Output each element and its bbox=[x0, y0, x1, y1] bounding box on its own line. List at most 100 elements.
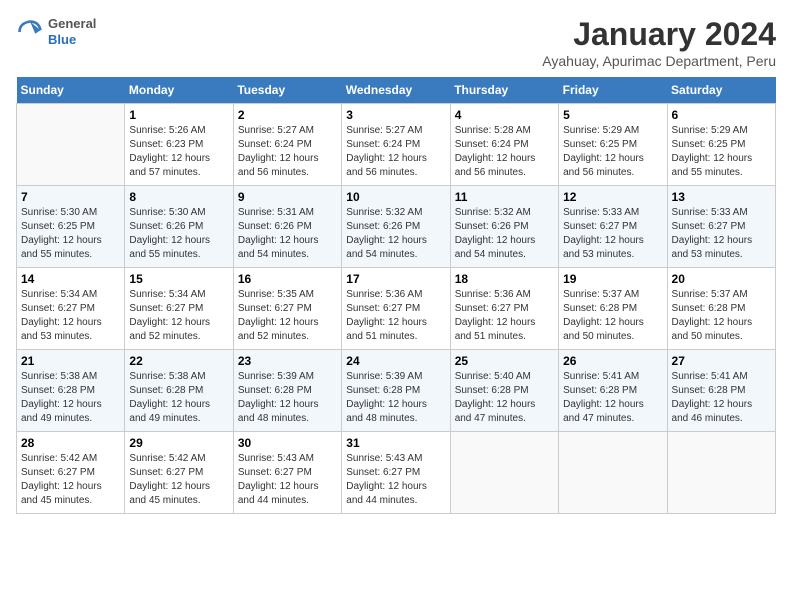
calendar-cell: 13Sunrise: 5:33 AMSunset: 6:27 PMDayligh… bbox=[667, 186, 775, 268]
day-info: Sunrise: 5:41 AMSunset: 6:28 PMDaylight:… bbox=[563, 370, 662, 426]
weekday-header-friday: Friday bbox=[559, 77, 667, 104]
day-info: Sunrise: 5:37 AMSunset: 6:28 PMDaylight:… bbox=[672, 288, 771, 344]
calendar-week-row: 28 Sunrise: 5:42 AMSunset: 6:27 PMDayligh… bbox=[17, 432, 776, 514]
calendar-week-row: 21 Sunrise: 5:38 AMSunset: 6:28 PMDayligh… bbox=[17, 350, 776, 432]
weekday-header-sunday: Sunday bbox=[17, 77, 125, 104]
day-number: 2 bbox=[238, 108, 337, 122]
page-header: General Blue January 2024 Ayahuay, Apuri… bbox=[16, 16, 776, 69]
day-number: 17 bbox=[346, 272, 445, 286]
calendar-cell: 31Sunrise: 5:43 AMSunset: 6:27 PMDayligh… bbox=[342, 432, 450, 514]
weekday-header-wednesday: Wednesday bbox=[342, 77, 450, 104]
calendar-cell: 29Sunrise: 5:42 AMSunset: 6:27 PMDayligh… bbox=[125, 432, 233, 514]
day-info: Sunrise: 5:26 AMSunset: 6:23 PMDaylight:… bbox=[129, 124, 228, 180]
day-number: 26 bbox=[563, 354, 662, 368]
calendar-cell: 19 Sunrise: 5:37 AMSunset: 6:28 PMDayligh… bbox=[559, 268, 667, 350]
day-number: 30 bbox=[238, 436, 337, 450]
calendar-cell: 3 Sunrise: 5:27 AMSunset: 6:24 PMDaylight… bbox=[342, 104, 450, 186]
calendar-cell: 12 Sunrise: 5:33 AMSunset: 6:27 PMDayligh… bbox=[559, 186, 667, 268]
day-number: 21 bbox=[21, 354, 120, 368]
day-number: 9 bbox=[238, 190, 337, 204]
day-number: 4 bbox=[455, 108, 554, 122]
day-info: Sunrise: 5:30 AMSunset: 6:25 PMDaylight:… bbox=[21, 206, 120, 262]
day-info: Sunrise: 5:29 AMSunset: 6:25 PMDaylight:… bbox=[672, 124, 771, 180]
calendar-cell: 21 Sunrise: 5:38 AMSunset: 6:28 PMDayligh… bbox=[17, 350, 125, 432]
day-number: 14 bbox=[21, 272, 120, 286]
weekday-header-row: SundayMondayTuesdayWednesdayThursdayFrid… bbox=[17, 77, 776, 104]
day-number: 11 bbox=[455, 190, 554, 204]
calendar-cell: 10Sunrise: 5:32 AMSunset: 6:26 PMDayligh… bbox=[342, 186, 450, 268]
day-number: 29 bbox=[129, 436, 228, 450]
day-info: Sunrise: 5:27 AMSunset: 6:24 PMDaylight:… bbox=[346, 124, 445, 180]
day-number: 25 bbox=[455, 354, 554, 368]
calendar-cell: 23Sunrise: 5:39 AMSunset: 6:28 PMDayligh… bbox=[233, 350, 341, 432]
day-number: 3 bbox=[346, 108, 445, 122]
calendar-cell: 16Sunrise: 5:35 AMSunset: 6:27 PMDayligh… bbox=[233, 268, 341, 350]
day-number: 28 bbox=[21, 436, 120, 450]
calendar-cell: 25 Sunrise: 5:40 AMSunset: 6:28 PMDayligh… bbox=[450, 350, 558, 432]
calendar-cell: 2 Sunrise: 5:27 AMSunset: 6:24 PMDaylight… bbox=[233, 104, 341, 186]
day-number: 19 bbox=[563, 272, 662, 286]
day-info: Sunrise: 5:40 AMSunset: 6:28 PMDaylight:… bbox=[455, 370, 554, 426]
day-number: 8 bbox=[129, 190, 228, 204]
calendar-cell: 5 Sunrise: 5:29 AMSunset: 6:25 PMDaylight… bbox=[559, 104, 667, 186]
logo-text: General Blue bbox=[48, 16, 96, 47]
day-info: Sunrise: 5:33 AMSunset: 6:27 PMDaylight:… bbox=[563, 206, 662, 262]
day-info: Sunrise: 5:37 AMSunset: 6:28 PMDaylight:… bbox=[563, 288, 662, 344]
day-info: Sunrise: 5:29 AMSunset: 6:25 PMDaylight:… bbox=[563, 124, 662, 180]
day-info: Sunrise: 5:31 AMSunset: 6:26 PMDaylight:… bbox=[238, 206, 337, 262]
calendar-cell: 9 Sunrise: 5:31 AMSunset: 6:26 PMDaylight… bbox=[233, 186, 341, 268]
day-info: Sunrise: 5:41 AMSunset: 6:28 PMDaylight:… bbox=[672, 370, 771, 426]
day-number: 6 bbox=[672, 108, 771, 122]
day-info: Sunrise: 5:42 AMSunset: 6:27 PMDaylight:… bbox=[21, 452, 120, 508]
day-info: Sunrise: 5:38 AMSunset: 6:28 PMDaylight:… bbox=[129, 370, 228, 426]
day-number: 10 bbox=[346, 190, 445, 204]
calendar-week-row: 7 Sunrise: 5:30 AMSunset: 6:25 PMDaylight… bbox=[17, 186, 776, 268]
day-number: 18 bbox=[455, 272, 554, 286]
day-number: 16 bbox=[238, 272, 337, 286]
calendar-cell: 28 Sunrise: 5:42 AMSunset: 6:27 PMDayligh… bbox=[17, 432, 125, 514]
calendar-cell bbox=[450, 432, 558, 514]
month-title: January 2024 bbox=[542, 16, 776, 53]
calendar-cell: 8 Sunrise: 5:30 AMSunset: 6:26 PMDaylight… bbox=[125, 186, 233, 268]
day-info: Sunrise: 5:34 AMSunset: 6:27 PMDaylight:… bbox=[129, 288, 228, 344]
calendar-cell: 1Sunrise: 5:26 AMSunset: 6:23 PMDaylight… bbox=[125, 104, 233, 186]
calendar-cell: 24Sunrise: 5:39 AMSunset: 6:28 PMDayligh… bbox=[342, 350, 450, 432]
calendar-cell bbox=[559, 432, 667, 514]
day-number: 5 bbox=[563, 108, 662, 122]
calendar-table: SundayMondayTuesdayWednesdayThursdayFrid… bbox=[16, 77, 776, 514]
weekday-header-saturday: Saturday bbox=[667, 77, 775, 104]
day-info: Sunrise: 5:36 AMSunset: 6:27 PMDaylight:… bbox=[346, 288, 445, 344]
weekday-header-tuesday: Tuesday bbox=[233, 77, 341, 104]
day-info: Sunrise: 5:39 AMSunset: 6:28 PMDaylight:… bbox=[238, 370, 337, 426]
calendar-cell: 18Sunrise: 5:36 AMSunset: 6:27 PMDayligh… bbox=[450, 268, 558, 350]
logo: General Blue bbox=[16, 16, 96, 47]
calendar-cell: 11 Sunrise: 5:32 AMSunset: 6:26 PMDayligh… bbox=[450, 186, 558, 268]
day-info: Sunrise: 5:33 AMSunset: 6:27 PMDaylight:… bbox=[672, 206, 771, 262]
calendar-cell bbox=[667, 432, 775, 514]
calendar-cell: 15 Sunrise: 5:34 AMSunset: 6:27 PMDayligh… bbox=[125, 268, 233, 350]
day-info: Sunrise: 5:38 AMSunset: 6:28 PMDaylight:… bbox=[21, 370, 120, 426]
logo-general: General bbox=[48, 16, 96, 32]
calendar-cell: 4 Sunrise: 5:28 AMSunset: 6:24 PMDaylight… bbox=[450, 104, 558, 186]
calendar-cell: 30Sunrise: 5:43 AMSunset: 6:27 PMDayligh… bbox=[233, 432, 341, 514]
day-number: 12 bbox=[563, 190, 662, 204]
weekday-header-thursday: Thursday bbox=[450, 77, 558, 104]
day-number: 15 bbox=[129, 272, 228, 286]
calendar-week-row: 1Sunrise: 5:26 AMSunset: 6:23 PMDaylight… bbox=[17, 104, 776, 186]
day-info: Sunrise: 5:30 AMSunset: 6:26 PMDaylight:… bbox=[129, 206, 228, 262]
calendar-cell bbox=[17, 104, 125, 186]
calendar-cell: 26 Sunrise: 5:41 AMSunset: 6:28 PMDayligh… bbox=[559, 350, 667, 432]
day-info: Sunrise: 5:27 AMSunset: 6:24 PMDaylight:… bbox=[238, 124, 337, 180]
day-info: Sunrise: 5:32 AMSunset: 6:26 PMDaylight:… bbox=[455, 206, 554, 262]
day-info: Sunrise: 5:28 AMSunset: 6:24 PMDaylight:… bbox=[455, 124, 554, 180]
day-number: 20 bbox=[672, 272, 771, 286]
day-number: 31 bbox=[346, 436, 445, 450]
calendar-cell: 14Sunrise: 5:34 AMSunset: 6:27 PMDayligh… bbox=[17, 268, 125, 350]
logo-blue: Blue bbox=[48, 32, 96, 48]
calendar-week-row: 14 Sunrise: 5:34 AMSunset: 6:27 PMDayligh… bbox=[17, 268, 776, 350]
calendar-cell: 27 Sunrise: 5:41 AMSunset: 6:28 PMDayligh… bbox=[667, 350, 775, 432]
weekday-header-monday: Monday bbox=[125, 77, 233, 104]
location: Ayahuay, Apurimac Department, Peru bbox=[542, 53, 776, 69]
day-number: 27 bbox=[672, 354, 771, 368]
day-number: 7 bbox=[21, 190, 120, 204]
